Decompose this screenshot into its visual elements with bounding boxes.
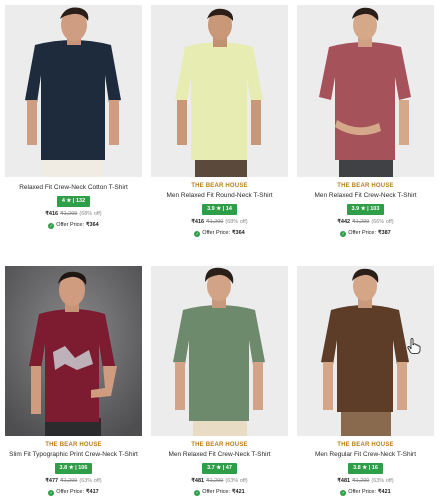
mrp-price: ₹1,299 bbox=[352, 219, 370, 225]
product-name[interactable]: Men Relaxed Fit Crew-Neck T-Shirt bbox=[151, 450, 288, 460]
sale-price: ₹477 bbox=[45, 478, 59, 484]
product-image[interactable] bbox=[5, 5, 142, 177]
brand-name: THE BEAR HOUSE bbox=[191, 442, 248, 448]
offer-price-row: ✓ Offer Price: ₹364 bbox=[151, 229, 288, 238]
brand-name: THE BEAR HOUSE bbox=[45, 442, 102, 448]
product-grid: Relaxed Fit Crew-Neck Cotton T-Shirt 4 ★… bbox=[5, 5, 434, 500]
product-card[interactable]: THE BEAR HOUSE Men Relaxed Fit Crew-Neck… bbox=[297, 5, 434, 255]
product-image[interactable] bbox=[297, 5, 434, 177]
brand-name: THE BEAR HOUSE bbox=[337, 442, 394, 448]
offer-price-row: ✓ Offer Price: ₹417 bbox=[5, 488, 142, 497]
model-photo bbox=[5, 5, 142, 177]
mrp-price: ₹1,299 bbox=[352, 478, 370, 484]
offer-label: Offer Price: bbox=[202, 489, 231, 495]
offer-price: ₹421 bbox=[232, 489, 245, 495]
rating-badge: 3.8 ★ | 16 bbox=[348, 463, 383, 474]
product-card[interactable]: Relaxed Fit Crew-Neck Cotton T-Shirt 4 ★… bbox=[5, 5, 142, 255]
hand-pointer-icon bbox=[407, 338, 421, 354]
sale-price: ₹481 bbox=[337, 478, 351, 484]
offer-label: Offer Price: bbox=[56, 489, 85, 495]
sale-price: ₹481 bbox=[191, 478, 205, 484]
tag-check-icon: ✓ bbox=[340, 489, 347, 496]
offer-price: ₹421 bbox=[378, 489, 391, 495]
discount-percent: (63% off) bbox=[225, 478, 248, 484]
offer-price: ₹417 bbox=[86, 489, 99, 495]
offer-price-row: ✓ Offer Price: ₹387 bbox=[297, 229, 434, 238]
sale-price: ₹442 bbox=[337, 219, 351, 225]
price-row: ₹442 ₹1,299 (66% off) bbox=[297, 218, 434, 227]
product-name[interactable]: Slim Fit Typographic Print Crew-Neck T-S… bbox=[5, 450, 142, 460]
tag-check-icon: ✓ bbox=[340, 230, 347, 237]
offer-price-row: ✓ Offer Price: ₹364 bbox=[5, 221, 142, 230]
tag-check-icon: ✓ bbox=[194, 489, 201, 496]
discount-percent: (66% off) bbox=[371, 219, 394, 225]
product-card[interactable]: THE BEAR HOUSE Men Regular Fit Crew-Neck… bbox=[297, 266, 434, 500]
rating-badge: 3.9 ★ | 103 bbox=[346, 204, 385, 215]
mrp-price: ₹1,299 bbox=[206, 219, 224, 225]
offer-label: Offer Price: bbox=[348, 230, 377, 236]
product-card[interactable]: THE BEAR HOUSE Men Relaxed Fit Round-Nec… bbox=[151, 5, 288, 255]
mrp-price: ₹1,299 bbox=[60, 211, 78, 217]
brand-name: THE BEAR HOUSE bbox=[337, 183, 394, 189]
product-card[interactable]: THE BEAR HOUSE Slim Fit Typographic Prin… bbox=[5, 266, 142, 500]
product-image[interactable] bbox=[5, 266, 142, 436]
discount-percent: (68% off) bbox=[225, 219, 248, 225]
discount-percent: (68% off) bbox=[79, 211, 102, 217]
pants-shape bbox=[341, 408, 391, 436]
product-image[interactable] bbox=[151, 5, 288, 177]
model-photo bbox=[5, 266, 142, 436]
model-photo bbox=[151, 5, 288, 177]
product-name[interactable]: Men Regular Fit Crew-Neck T-Shirt bbox=[297, 450, 434, 460]
offer-label: Offer Price: bbox=[56, 222, 85, 228]
price-row: ₹416 ₹1,299 (68% off) bbox=[5, 210, 142, 219]
offer-label: Offer Price: bbox=[348, 489, 377, 495]
product-name[interactable]: Men Relaxed Fit Crew-Neck T-Shirt bbox=[297, 191, 434, 201]
model-photo bbox=[151, 266, 288, 436]
discount-percent: (63% off) bbox=[371, 478, 394, 484]
product-card[interactable]: THE BEAR HOUSE Men Relaxed Fit Crew-Neck… bbox=[151, 266, 288, 500]
offer-price-row: ✓ Offer Price: ₹421 bbox=[151, 488, 288, 497]
sale-price: ₹416 bbox=[45, 211, 59, 217]
offer-price: ₹364 bbox=[86, 222, 99, 228]
sale-price: ₹416 bbox=[191, 219, 205, 225]
price-row: ₹416 ₹1,299 (68% off) bbox=[151, 218, 288, 227]
product-image[interactable] bbox=[151, 266, 288, 436]
offer-price-row: ✓ Offer Price: ₹421 bbox=[297, 488, 434, 497]
offer-label: Offer Price: bbox=[202, 230, 231, 236]
price-row: ₹481 ₹1,299 (63% off) bbox=[151, 477, 288, 486]
brand-name: THE BEAR HOUSE bbox=[191, 183, 248, 189]
mrp-price: ₹1,299 bbox=[206, 478, 224, 484]
tag-check-icon: ✓ bbox=[194, 230, 201, 237]
tag-check-icon: ✓ bbox=[48, 489, 55, 496]
rating-badge: 4 ★ | 132 bbox=[56, 196, 91, 207]
price-row: ₹481 ₹1,299 (63% off) bbox=[297, 477, 434, 486]
rating-badge: 3.7 ★ | 47 bbox=[202, 463, 237, 474]
product-name[interactable]: Men Relaxed Fit Round-Neck T-Shirt bbox=[151, 191, 288, 201]
offer-price: ₹364 bbox=[232, 230, 245, 236]
mrp-price: ₹1,299 bbox=[60, 478, 78, 484]
price-row: ₹477 ₹1,299 (63% off) bbox=[5, 477, 142, 486]
product-name[interactable]: Relaxed Fit Crew-Neck Cotton T-Shirt bbox=[5, 183, 142, 193]
tag-check-icon: ✓ bbox=[48, 222, 55, 229]
discount-percent: (63% off) bbox=[79, 478, 102, 484]
offer-price: ₹387 bbox=[378, 230, 391, 236]
rating-badge: 3.9 ★ | 14 bbox=[202, 204, 237, 215]
model-photo bbox=[297, 5, 434, 177]
rating-badge: 3.8 ★ | 106 bbox=[54, 463, 93, 474]
